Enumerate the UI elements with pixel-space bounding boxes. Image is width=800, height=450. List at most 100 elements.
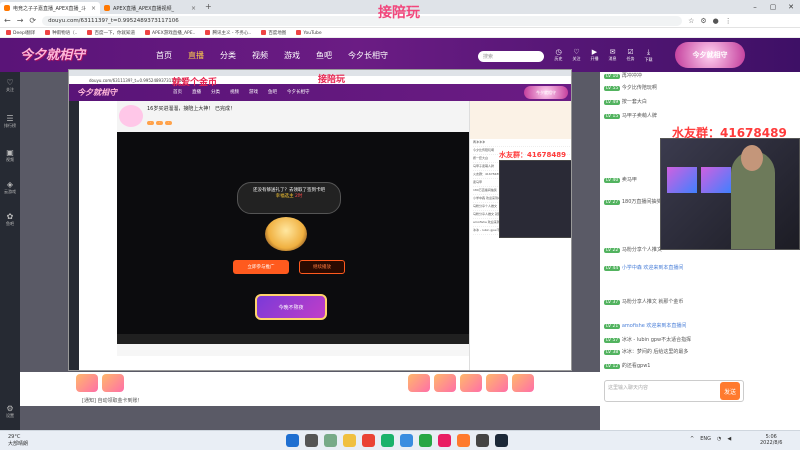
send-button[interactable]: 发送 bbox=[720, 382, 740, 400]
message-button[interactable]: ✉ 消息 bbox=[606, 48, 619, 63]
douyu-favicon-icon bbox=[104, 5, 110, 11]
explorer-icon[interactable] bbox=[343, 434, 356, 447]
live-icon: ▶ bbox=[591, 48, 598, 56]
gift-icon[interactable] bbox=[408, 374, 430, 392]
chrome-icon[interactable] bbox=[362, 434, 375, 447]
douyu-favicon-icon bbox=[4, 5, 10, 11]
volume-icon[interactable]: ◀ bbox=[727, 436, 731, 442]
sidebar-item-follow[interactable]: ♡ 关注 bbox=[0, 78, 20, 93]
chat-message: LV 37 马粉分享人推文 就那个金币 bbox=[604, 299, 684, 305]
rank-icon: ☰ bbox=[6, 114, 14, 123]
gift-bar bbox=[20, 372, 600, 394]
promote-button: 立即参与推广 bbox=[233, 260, 289, 274]
monitor bbox=[667, 167, 697, 193]
forward-icon[interactable]: → bbox=[17, 16, 24, 25]
chevron-up-icon[interactable]: ^ bbox=[690, 436, 694, 442]
game-icon: ◈ bbox=[6, 180, 14, 189]
chat-message: LV 55 今夕比传陪玩啊 bbox=[604, 85, 657, 91]
sidebar-item-settings[interactable]: ⚙ 设置 bbox=[0, 404, 20, 419]
reload-icon[interactable]: ⟳ bbox=[29, 16, 36, 25]
left-sidebar: ♡ 关注 ☰ 排行榜 ▣ 视频 ◈ 云游戏 ✿ 鱼吧 ⚙ 设置 bbox=[0, 72, 20, 430]
streamer-webcam bbox=[660, 138, 800, 250]
history-button[interactable]: ◷ 历史 bbox=[552, 48, 565, 63]
bookmark[interactable]: 腾讯主义 - 不务心.. bbox=[205, 29, 251, 36]
bookmark-icon bbox=[87, 29, 93, 35]
gift-icon[interactable] bbox=[102, 374, 124, 392]
lang-indicator[interactable]: ENG bbox=[700, 436, 711, 442]
bookmark[interactable]: 种雨物语（.. bbox=[45, 29, 77, 36]
sidebar-item-video[interactable]: ▣ 视频 bbox=[0, 148, 20, 163]
nav-game[interactable]: 游戏 bbox=[284, 50, 300, 61]
sidebar-item-cloudgame[interactable]: ◈ 云游戏 bbox=[0, 180, 20, 195]
maximize-icon[interactable]: ▢ bbox=[764, 3, 782, 11]
gift-icon[interactable] bbox=[76, 374, 98, 392]
clock[interactable]: 5:06 2022/8/6 bbox=[760, 434, 782, 446]
app-icon[interactable] bbox=[438, 434, 451, 447]
app-icon[interactable] bbox=[419, 434, 432, 447]
extensions-icon[interactable]: ⚙ bbox=[700, 17, 706, 25]
nav-video[interactable]: 视频 bbox=[252, 50, 268, 61]
windows-start-icon[interactable] bbox=[286, 434, 299, 447]
gift-icon[interactable] bbox=[434, 374, 456, 392]
nav-category[interactable]: 分类 bbox=[220, 50, 236, 61]
history-icon: ◷ bbox=[555, 48, 562, 56]
mini-controls bbox=[117, 334, 469, 344]
sidebar-item-rank[interactable]: ☰ 排行榜 bbox=[0, 114, 20, 129]
bookmark[interactable]: Deepl翻译 bbox=[6, 29, 35, 36]
mini-logo: 今夕就相守 bbox=[77, 88, 117, 97]
nav-fishbar[interactable]: 鱼吧 bbox=[316, 50, 332, 61]
app-icon[interactable] bbox=[476, 434, 489, 447]
search-input[interactable]: 搜索 bbox=[478, 51, 544, 62]
chat-message: LV 57 冰冰 - lubin gpw不太适合指挥 bbox=[604, 337, 692, 343]
mini-header: 今夕就相守 首页 直播 分类 视频 游戏 鱼吧 今夕长相守 今夕就相守 bbox=[69, 84, 571, 101]
douyu-app-icon[interactable] bbox=[457, 434, 470, 447]
back-icon[interactable]: ← bbox=[4, 16, 11, 25]
browser-tab-active[interactable]: 电竞之子子嘉直播_APEX直播_斗 × bbox=[0, 2, 100, 14]
sidebar-item-fishbar[interactable]: ✿ 鱼吧 bbox=[0, 212, 20, 227]
gift-icon[interactable] bbox=[460, 374, 482, 392]
gift-icon[interactable] bbox=[486, 374, 508, 392]
close-window-icon[interactable]: ✕ bbox=[782, 3, 800, 11]
task-icon: ☑ bbox=[627, 48, 634, 56]
avatar[interactable]: 今夕就相守 bbox=[675, 42, 745, 68]
bookmark-icon bbox=[205, 29, 211, 35]
chat-message: LV 12 的还看gpw1 bbox=[604, 363, 651, 369]
app-icon[interactable] bbox=[381, 434, 394, 447]
bookmark[interactable]: APEX游戏直播_APE.. bbox=[144, 29, 195, 36]
tab-label: 电竞之子子嘉直播_APEX直播_斗 bbox=[13, 5, 87, 12]
follow-button[interactable]: ♡ 关注 bbox=[570, 48, 583, 63]
nav-live[interactable]: 直播 bbox=[188, 50, 204, 61]
minimize-icon[interactable]: – bbox=[746, 3, 764, 11]
douyu-header: 今夕就相守 首页 直播 分类 视频 游戏 鱼吧 今夕长相守 搜索 ◷ 历史 ♡ 关注… bbox=[0, 38, 800, 72]
main-nav: 首页 直播 分类 视频 游戏 鱼吧 今夕长相守 bbox=[156, 50, 388, 61]
download-button[interactable]: ⤓ 下载 bbox=[642, 48, 655, 63]
youtube-icon bbox=[296, 29, 302, 35]
menu-icon[interactable]: ⋮ bbox=[725, 17, 732, 25]
browser-tab[interactable]: APEX直播_APEX直播视频_ × bbox=[100, 2, 200, 14]
search-icon[interactable] bbox=[305, 434, 318, 447]
weather-widget[interactable]: 29°C 大部晴朗 bbox=[8, 434, 28, 447]
nav-special[interactable]: 今夕长相守 bbox=[348, 50, 388, 61]
close-icon[interactable]: × bbox=[91, 5, 96, 12]
chat-message: LV 15 马甲子卖萌人牌 bbox=[604, 113, 657, 119]
profile-icon[interactable]: ● bbox=[713, 17, 719, 25]
notice-bar: [通知] 自动领取金卡到账！ bbox=[20, 394, 600, 406]
task-button[interactable]: ☑ 任务 bbox=[624, 48, 637, 63]
start-live-button[interactable]: ▶ 开播 bbox=[588, 48, 601, 63]
nav-home[interactable]: 首页 bbox=[156, 50, 172, 61]
app-icon[interactable] bbox=[400, 434, 413, 447]
close-icon[interactable]: × bbox=[191, 5, 196, 12]
network-icon[interactable]: ◔ bbox=[717, 436, 721, 442]
bookmark[interactable]: 百度地图 bbox=[261, 29, 286, 36]
taskview-icon[interactable] bbox=[324, 434, 337, 447]
address-bar[interactable]: douyu.com/6311139?_t=0.9952489373117106 bbox=[42, 15, 683, 26]
bookmark[interactable]: YouTube bbox=[296, 29, 322, 36]
gift-icon[interactable] bbox=[512, 374, 534, 392]
star-icon[interactable]: ☆ bbox=[688, 17, 694, 25]
douyu-logo[interactable]: 今夕就相守 bbox=[20, 44, 85, 63]
new-tab-icon[interactable]: + bbox=[200, 2, 217, 14]
url-text: douyu.com/6311139?_t=0.9952489373117106 bbox=[48, 17, 179, 24]
bookmark[interactable]: 百度一下，你就知道 bbox=[87, 29, 135, 36]
steam-icon[interactable] bbox=[495, 434, 508, 447]
chat-message: LV 38 冰冰：梦间的 后给这里的最多 bbox=[604, 349, 689, 355]
